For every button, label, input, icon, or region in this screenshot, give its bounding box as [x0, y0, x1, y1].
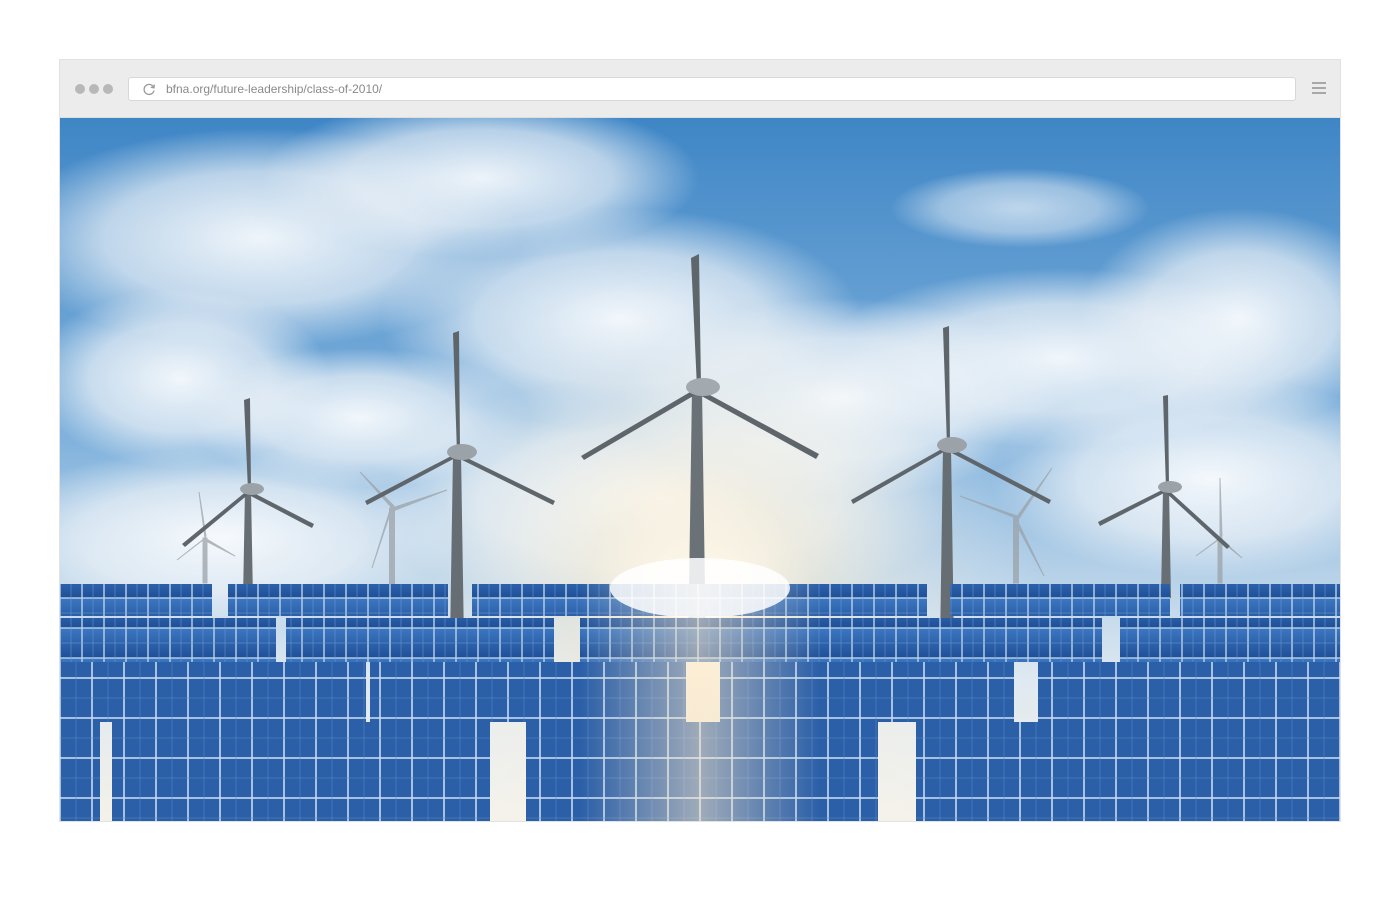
window-dots-icon[interactable] — [75, 84, 113, 94]
hero-image — [60, 118, 1340, 821]
browser-window: bfna.org/future-leadership/class-of-2010… — [60, 60, 1340, 821]
solar-panels — [60, 558, 1340, 821]
window-dot[interactable] — [75, 84, 85, 94]
address-bar[interactable]: bfna.org/future-leadership/class-of-2010… — [128, 77, 1296, 101]
hamburger-menu-icon[interactable] — [1312, 82, 1326, 96]
hero-photo — [60, 118, 1340, 821]
window-dot[interactable] — [103, 84, 113, 94]
window-dot[interactable] — [89, 84, 99, 94]
url-text[interactable]: bfna.org/future-leadership/class-of-2010… — [166, 82, 382, 97]
browser-toolbar: bfna.org/future-leadership/class-of-2010… — [60, 60, 1340, 118]
reload-icon[interactable] — [143, 83, 156, 96]
